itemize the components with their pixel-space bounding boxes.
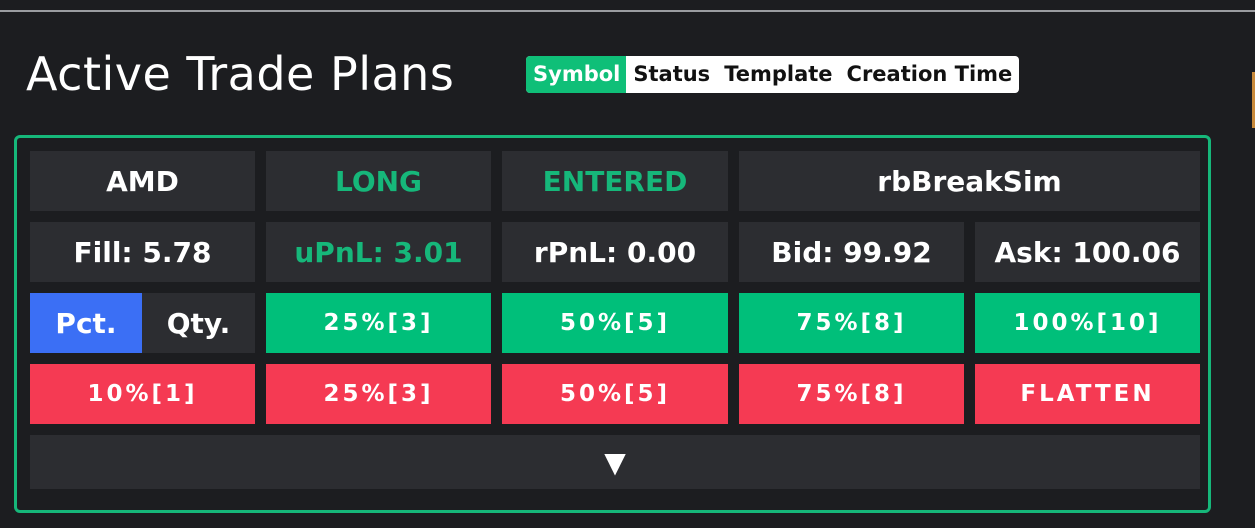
reduce-50-button[interactable]: 50%[5] [502,364,728,424]
reduce-75-button[interactable]: 75%[8] [739,364,964,424]
unrealized-pnl: uPnL: 3.01 [266,222,491,282]
top-divider [0,0,1255,12]
realized-pnl: rPnL: 0.00 [502,222,728,282]
pct-mode-toggle[interactable]: Pct. [30,293,142,353]
right-panel-edge [1248,24,1255,528]
sort-option-creation-time[interactable]: Creation Time [840,56,1020,93]
add-25-button[interactable]: 25%[3] [266,293,491,353]
fill-price: Fill: 5.78 [30,222,255,282]
symbol-label: AMD [30,151,255,211]
bid-price: Bid: 99.92 [739,222,964,282]
reduce-25-button[interactable]: 25%[3] [266,364,491,424]
status-label: ENTERED [502,151,728,211]
sort-option-symbol[interactable]: Symbol [526,56,627,93]
page-title: Active Trade Plans [26,47,455,101]
qty-mode-toggle[interactable]: Qty. [142,293,255,353]
side-label: LONG [266,151,491,211]
expand-toggle[interactable]: ▼ [30,435,1200,489]
chevron-down-icon: ▼ [604,445,626,479]
ask-price: Ask: 100.06 [975,222,1200,282]
reduce-10-button[interactable]: 10%[1] [30,364,255,424]
add-75-button[interactable]: 75%[8] [739,293,964,353]
flatten-button[interactable]: FLATTEN [975,364,1200,424]
sort-option-status[interactable]: Status [626,56,717,93]
trade-plan-card: AMD LONG ENTERED rbBreakSim Fill: 5.78 u… [14,135,1211,513]
add-50-button[interactable]: 50%[5] [502,293,728,353]
template-label: rbBreakSim [739,151,1200,211]
sort-option-template[interactable]: Template [717,56,839,93]
sort-selector: Symbol Status Template Creation Time [526,56,1020,93]
add-100-button[interactable]: 100%[10] [975,293,1200,353]
